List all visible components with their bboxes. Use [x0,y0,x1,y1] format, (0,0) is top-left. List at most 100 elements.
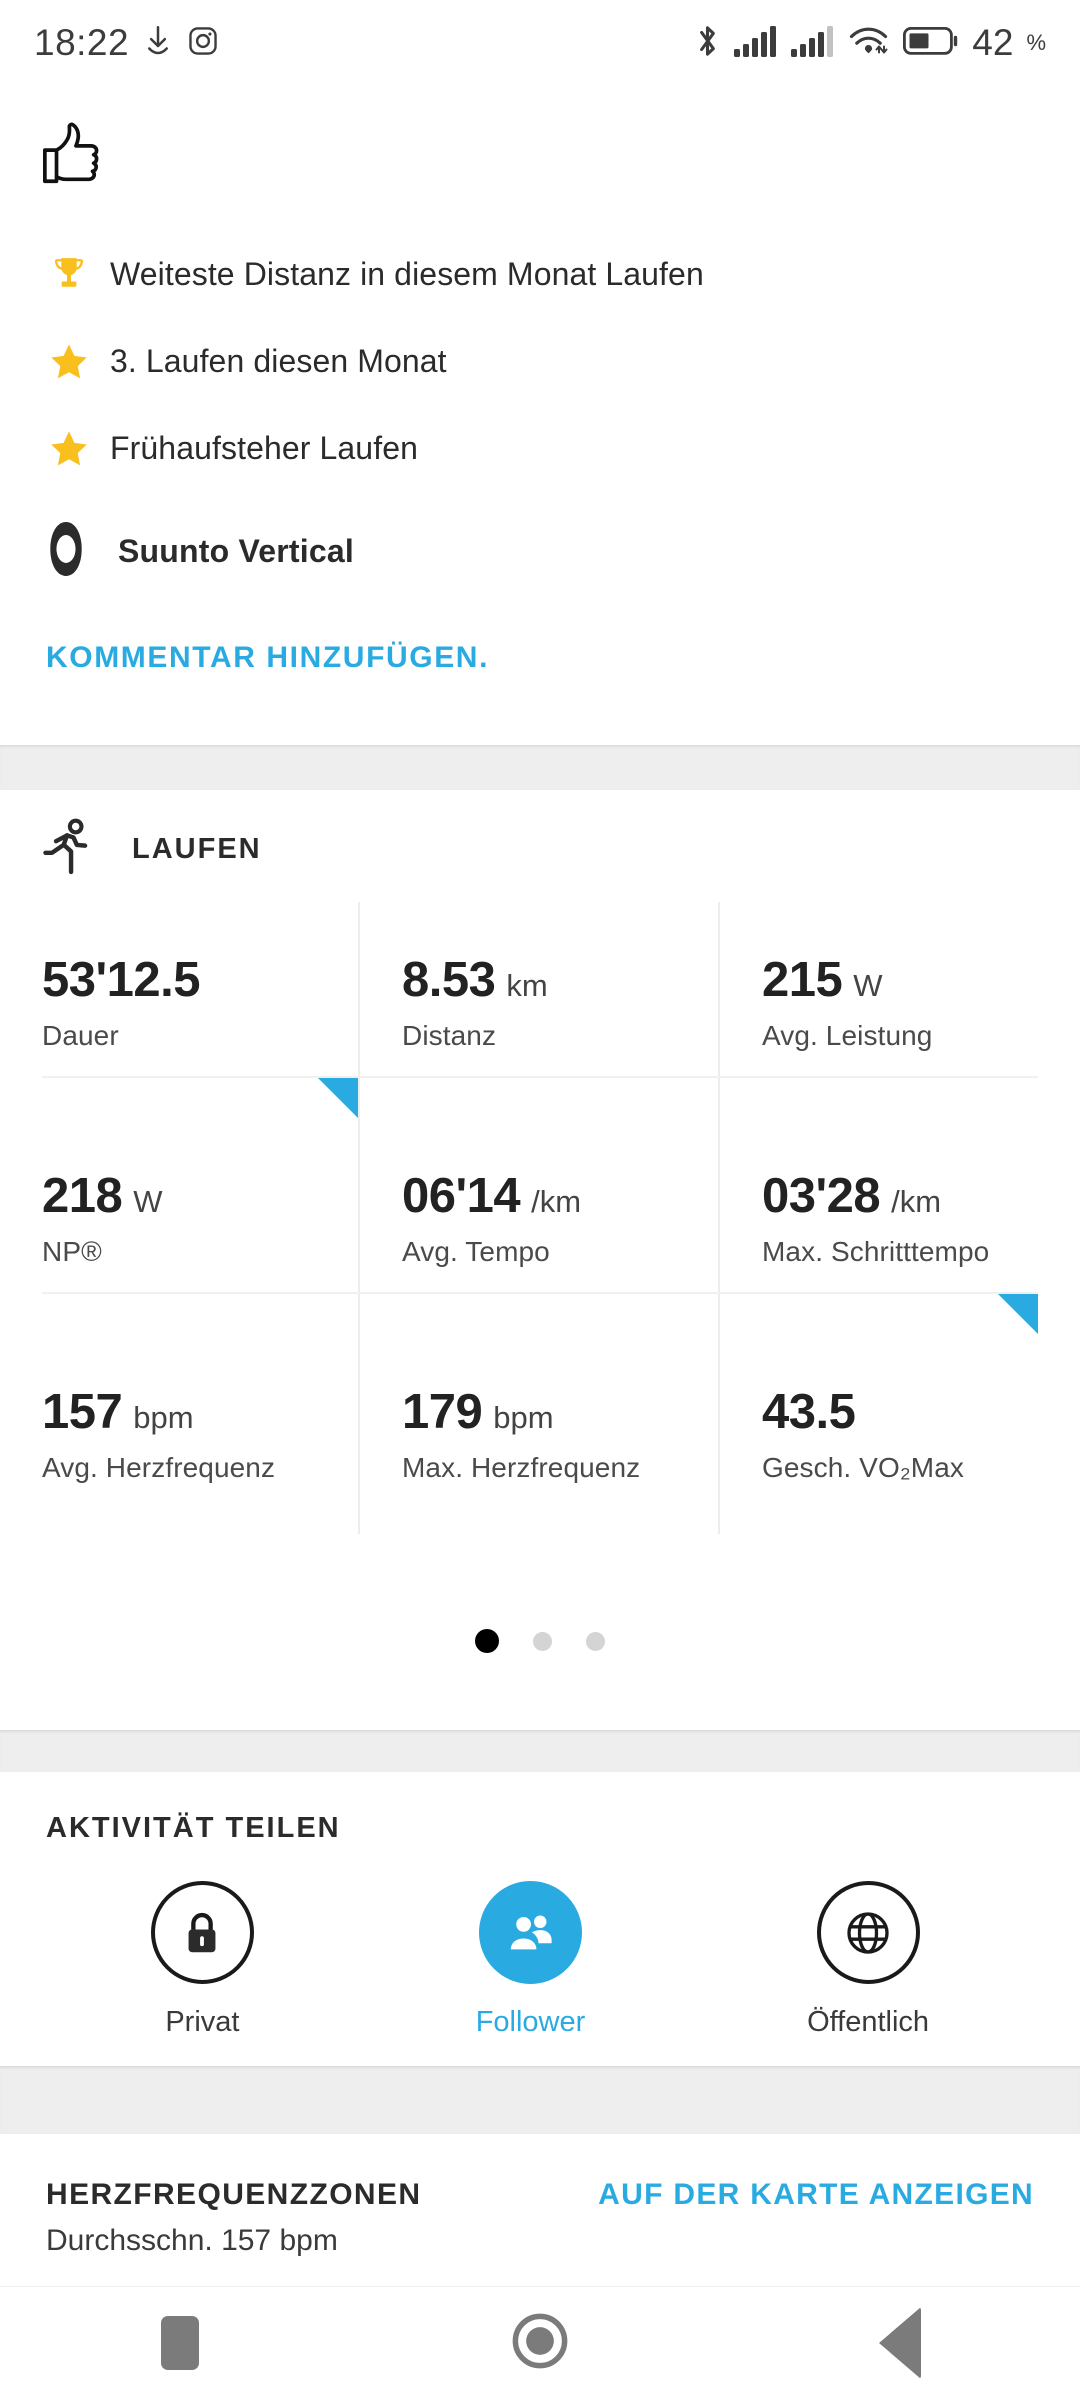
share-option-label: Öffentlich [807,2006,930,2038]
stat-cell-distance: 8.53 km Distanz [402,952,702,1052]
recents-square-icon[interactable] [161,2316,199,2370]
stat-label: Avg. Herzfrequenz [42,1452,276,1483]
home-button[interactable] [360,2286,720,2400]
cellular-signal-1-icon [734,25,778,62]
stat-label: Gesch. VO₂Max [762,1452,965,1483]
stat-label: Distanz [402,1020,497,1051]
stat-cell-max-hr: 179 bpm Max. Herzfrequenz [402,1384,722,1484]
stat-value-row: 53'12.5 [42,952,342,1008]
activity-type-row: LAUFEN [0,790,1080,881]
status-bar: 18:22 42 % [0,0,1080,86]
stat-unit: bpm [493,1400,554,1435]
battery-percentage: 42 [972,22,1014,63]
stat-value: 43.5 [762,1385,856,1439]
stat-unit: W [853,968,883,1003]
stat-cell-avg-pace: 06'14 /km Avg. Tempo [402,1168,702,1268]
heart-rate-zones-text: HERZFREQUENZZONEN Durchsschn. 157 bpm [46,2178,421,2258]
stat-label: Max. Schritttempo [762,1236,990,1267]
achievement-label: Frühaufsteher Laufen [110,430,418,466]
stat-value: 03'28 [762,1169,881,1223]
back-triangle-icon[interactable] [879,2307,921,2379]
watch-icon [42,520,90,583]
stat-unit: /km [891,1184,942,1219]
instagram-icon [187,25,219,62]
add-comment-link[interactable]: KOMMENTAR HINZUFÜGEN. [0,583,1080,675]
achievement-item: Frühaufsteher Laufen [46,405,1080,492]
recents-button[interactable] [0,2286,360,2400]
stat-value: 06'14 [402,1169,521,1223]
stat-cell-avg-power: 215 W Avg. Leistung [762,952,1062,1052]
share-option-label: Follower [475,2006,586,2038]
pagination-dot[interactable] [586,1632,605,1651]
pagination-dot[interactable] [533,1632,552,1651]
heart-rate-zones-card: HERZFREQUENZZONEN Durchsschn. 157 bpm AU… [0,2134,1080,2286]
achievement-item: 3. Laufen diesen Monat [46,318,1080,405]
share-activity-card: AKTIVITÄT TEILEN Privat Follower Öffentl… [0,1772,1080,2066]
battery-icon [903,26,959,61]
section-separator [0,745,1080,790]
back-button[interactable] [720,2286,1080,2400]
social-card: Weiteste Distanz in diesem Monat Laufen … [0,86,1080,745]
phone-screen: 18:22 42 % Weiteste Distanz in diesem Mo… [0,0,1080,2400]
stat-unit: km [506,968,548,1003]
share-option-public[interactable]: Öffentlich [807,1881,929,2039]
stat-value-row: 8.53 km [402,952,702,1008]
trophy-icon [46,255,92,295]
device-row: Suunto Vertical [0,492,1080,583]
heart-rate-zones-title: HERZFREQUENZZONEN [46,2178,422,2211]
lock-icon[interactable] [150,1881,254,1984]
download-icon [143,24,173,63]
stat-value-row: 157 bpm [42,1384,362,1440]
stat-label: Max. Herzfrequenz [402,1452,641,1483]
status-bar-right: 42 % [694,22,1046,65]
record-marker-icon [998,1294,1038,1334]
people-icon[interactable] [478,1881,582,1984]
star-icon [46,342,92,382]
status-bar-left: 18:22 [34,22,219,64]
home-circle-icon[interactable] [509,2310,571,2377]
show-on-map-link[interactable]: AUF DER KARTE ANZEIGEN [598,2178,1034,2212]
stat-value-row: 218 W [42,1168,342,1224]
stat-label: Avg. Tempo [402,1236,550,1267]
battery-percent-symbol: % [1026,30,1046,55]
section-separator [0,2066,1080,2134]
stat-value-row: 43.5 [762,1384,1080,1440]
reaction-row[interactable] [0,86,1080,195]
carousel-pagination[interactable] [0,1600,1080,1730]
stat-unit: /km [531,1184,582,1219]
share-option-private[interactable]: Privat [150,1881,254,2039]
stat-cell-max-pace: 03'28 /km Max. Schritttempo [762,1168,1080,1268]
device-name: Suunto Vertical [118,533,354,569]
cellular-signal-2-icon [791,25,835,62]
bluetooth-icon [694,22,721,65]
pagination-dot-active[interactable] [475,1629,499,1653]
share-section-title: AKTIVITÄT TEILEN [46,1812,341,1844]
stat-value: 179 [402,1385,483,1439]
stat-cell-vo2max: 43.5 Gesch. VO₂Max [762,1384,1080,1484]
stat-value: 218 [42,1169,123,1223]
stat-value: 157 [42,1385,123,1439]
stat-label: NP® [42,1236,102,1267]
stat-label: Avg. Leistung [762,1020,933,1051]
stat-value: 8.53 [402,953,496,1007]
stat-value-row: 179 bpm [402,1384,722,1440]
android-navigation-bar [0,2286,1080,2400]
stat-unit: W [133,1184,163,1219]
stat-unit: bpm [133,1400,194,1435]
thumbs-up-icon[interactable] [36,122,114,194]
section-separator [0,1730,1080,1772]
share-option-followers[interactable]: Follower [475,1881,586,2039]
stat-cell-avg-hr: 157 bpm Avg. Herzfrequenz [42,1384,362,1484]
stat-cell-np: 218 W NP® [42,1168,342,1268]
achievement-item: Weiteste Distanz in diesem Monat Laufen [46,231,1080,318]
achievement-list: Weiteste Distanz in diesem Monat Laufen … [0,195,1080,492]
stat-cell-duration: 53'12.5 Dauer [42,952,342,1052]
stat-value-row: 215 W [762,952,1062,1008]
share-option-label: Privat [165,2006,240,2038]
stat-value: 215 [762,953,843,1007]
globe-icon[interactable] [816,1881,920,1984]
grid-divider-horizontal [42,1076,1038,1078]
status-bar-clock: 18:22 [34,22,130,63]
stats-grid: 53'12.5 Dauer 8.53 km Distanz 215 W Avg.… [0,902,1080,1600]
stat-label: Dauer [42,1020,119,1051]
